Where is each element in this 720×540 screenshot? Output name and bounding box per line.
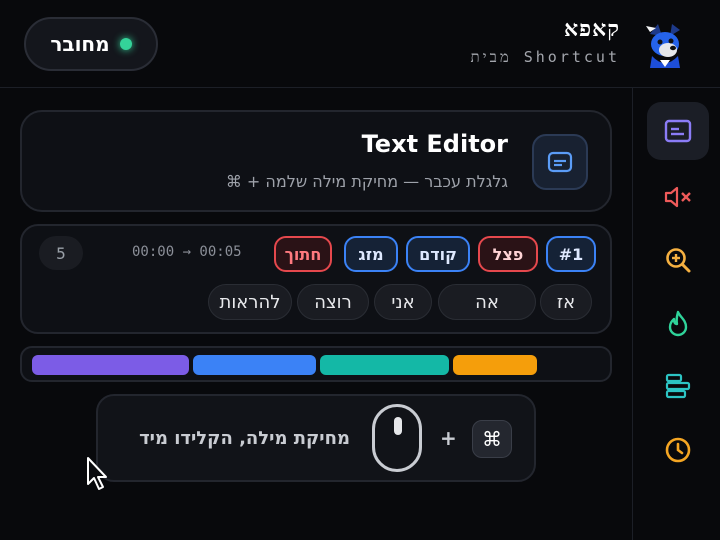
sidebar-item-zoom[interactable]	[647, 231, 709, 289]
mute-icon	[664, 186, 691, 208]
previous-button[interactable]: קודם	[406, 236, 470, 272]
word-chip[interactable]: להראות	[208, 284, 292, 320]
command-key-icon: ⌘	[472, 420, 512, 458]
subtitles-icon	[547, 151, 573, 173]
progress-segment	[193, 355, 316, 375]
timeline-progress[interactable]	[20, 346, 612, 382]
word-chip[interactable]: רוצה	[297, 284, 369, 320]
mascot-dog-icon	[646, 24, 680, 68]
page-title: Text Editor	[361, 130, 508, 158]
clock-icon	[665, 437, 691, 463]
hint-text: מחיקת מילה, הקלידו מיד	[139, 428, 350, 449]
sidebar-item-fire[interactable]	[647, 294, 709, 352]
word-chip[interactable]: אז	[540, 284, 592, 320]
header: מחובר קאפא מבית Shortcut	[0, 0, 720, 88]
sidebar-item-mute[interactable]	[647, 168, 709, 226]
sidebar-item-clock[interactable]	[647, 421, 709, 479]
status-label: מחובר	[50, 32, 110, 56]
mouse-icon	[372, 404, 422, 472]
brand-logo: קאפא	[564, 16, 620, 42]
sidebar-item-subtitles[interactable]	[647, 102, 709, 160]
word-chip[interactable]: אני	[374, 284, 432, 320]
brand-subtitle: מבית Shortcut	[470, 48, 620, 66]
brand: קאפא מבית Shortcut	[471, 16, 620, 67]
mouse-pointer-icon	[87, 457, 107, 490]
split-button[interactable]: פצל	[478, 236, 538, 272]
shortcut-hint: מחיקת מילה, הקלידו מיד + ⌘	[96, 394, 536, 482]
status-dot-icon	[119, 38, 132, 50]
progress-segment	[320, 355, 449, 375]
editor-title-card: Text Editor ⌘ + גלגלת עכבר — מחיקת מילה …	[20, 110, 612, 212]
time-range: 00:00 → 00:05	[132, 244, 242, 260]
word-chip[interactable]: אה	[438, 284, 536, 320]
progress-segment	[453, 355, 537, 375]
sidebar-item-align[interactable]	[647, 357, 709, 415]
zoom-in-icon	[666, 248, 691, 273]
word-count-badge: 5	[39, 236, 83, 270]
text-editor-icon-box	[532, 134, 588, 190]
subtitles-icon	[664, 119, 692, 143]
plus-sign: +	[440, 426, 457, 450]
segment-number-badge: #1	[546, 236, 596, 272]
progress-segment	[32, 355, 189, 375]
merge-button[interactable]: מזג	[344, 236, 398, 272]
cut-button[interactable]: חתוך	[274, 236, 332, 272]
page-subtitle: ⌘ + גלגלת עכבר — מחיקת מילה שלמה	[225, 172, 508, 191]
mouse-wheel-icon	[394, 417, 402, 435]
segment-card: 5 00:00 → 00:05 חתוך מזג קודם פצל #1 להר…	[20, 224, 612, 334]
sidebar	[632, 88, 720, 540]
align-left-icon	[665, 373, 691, 399]
fire-icon	[668, 310, 688, 337]
connection-status-button[interactable]: מחובר	[24, 17, 158, 71]
